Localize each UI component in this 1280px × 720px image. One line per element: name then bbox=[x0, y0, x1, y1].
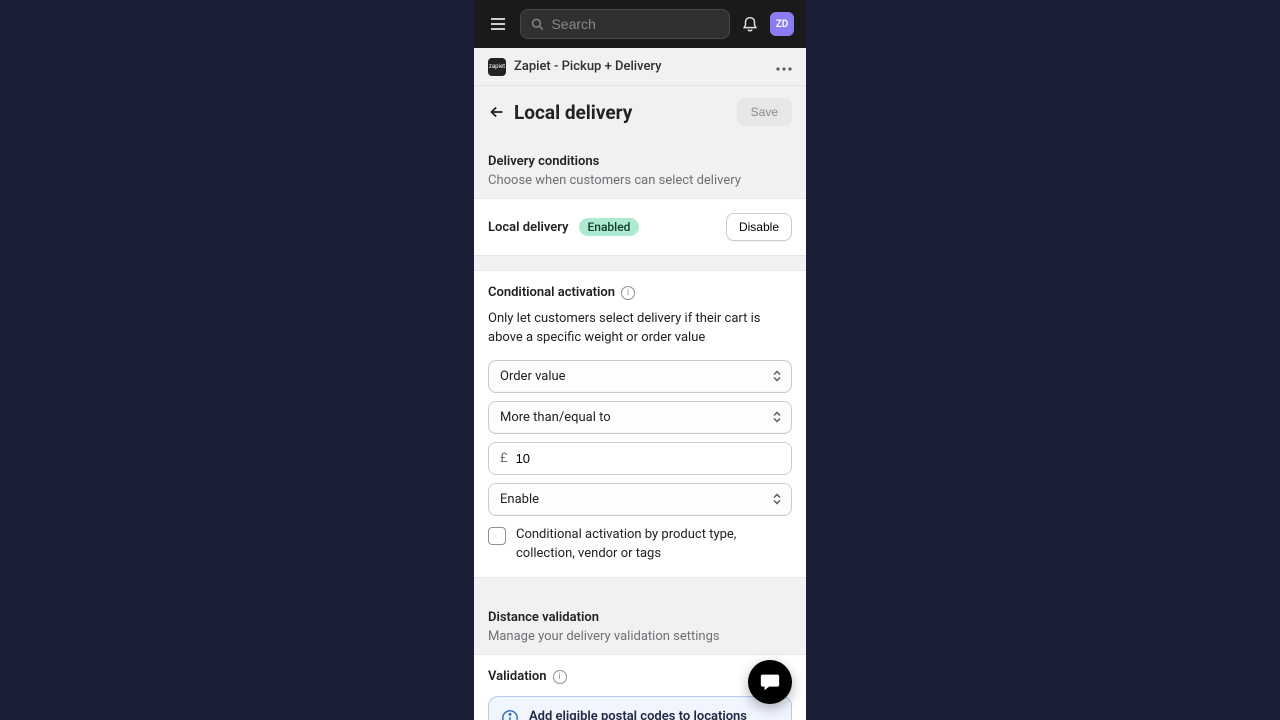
value-input[interactable] bbox=[512, 443, 791, 474]
info-circle-icon bbox=[501, 709, 519, 720]
search-icon bbox=[531, 17, 543, 31]
product-conditional-checkbox[interactable] bbox=[488, 527, 506, 545]
save-button[interactable]: Save bbox=[737, 98, 792, 126]
section-title: Distance validation bbox=[488, 610, 792, 625]
info-icon[interactable]: i bbox=[553, 670, 567, 684]
section-subtitle: Manage your delivery validation settings bbox=[488, 629, 792, 644]
chat-button[interactable] bbox=[748, 660, 792, 704]
validation-label: Validation bbox=[488, 669, 547, 684]
local-delivery-label: Local delivery bbox=[488, 220, 569, 235]
search-input[interactable] bbox=[551, 16, 719, 32]
status-badge: Enabled bbox=[579, 218, 640, 236]
operator-select-value: More than/equal to bbox=[500, 410, 611, 425]
page-title: Local delivery bbox=[514, 101, 729, 124]
bell-icon bbox=[741, 15, 759, 33]
page-header: Local delivery Save bbox=[474, 86, 806, 140]
dots-icon bbox=[776, 67, 792, 71]
notifications-button[interactable] bbox=[740, 14, 760, 34]
chat-icon bbox=[759, 671, 781, 693]
banner-title: Add eligible postal codes to locations bbox=[529, 709, 779, 720]
menu-button[interactable] bbox=[486, 12, 510, 36]
product-conditional-label: Conditional activation by product type, … bbox=[516, 526, 792, 564]
local-delivery-card: Local delivery Enabled Disable bbox=[474, 198, 806, 256]
app-name: Zapiet - Pickup + Delivery bbox=[514, 59, 768, 74]
metric-select[interactable]: Order value bbox=[488, 360, 792, 393]
chevron-updown-icon bbox=[773, 371, 781, 382]
currency-prefix: £ bbox=[489, 443, 512, 474]
back-button[interactable] bbox=[488, 103, 506, 121]
action-select[interactable]: Enable bbox=[488, 483, 792, 516]
info-icon[interactable]: i bbox=[621, 286, 635, 300]
operator-select[interactable]: More than/equal to bbox=[488, 401, 792, 434]
arrow-left-icon bbox=[488, 103, 506, 121]
distance-validation-header: Distance validation Manage your delivery… bbox=[474, 592, 806, 654]
hamburger-icon bbox=[489, 15, 507, 33]
content-scroll[interactable]: Delivery conditions Choose when customer… bbox=[474, 140, 806, 720]
action-select-value: Enable bbox=[500, 492, 539, 507]
app-icon: zapiet bbox=[488, 58, 506, 76]
search-input-wrap[interactable] bbox=[520, 9, 730, 39]
conditional-title: Conditional activation bbox=[488, 285, 615, 300]
disable-button[interactable]: Disable bbox=[726, 213, 792, 241]
metric-select-value: Order value bbox=[500, 369, 566, 384]
value-input-group: £ bbox=[488, 442, 792, 475]
conditional-description: Only let customers select delivery if th… bbox=[488, 310, 792, 348]
delivery-conditions-header: Delivery conditions Choose when customer… bbox=[474, 140, 806, 198]
topbar: ZD bbox=[474, 0, 806, 48]
chevron-updown-icon bbox=[773, 494, 781, 505]
section-title: Delivery conditions bbox=[488, 154, 792, 169]
section-subtitle: Choose when customers can select deliver… bbox=[488, 173, 792, 188]
conditional-activation-card: Conditional activation i Only let custom… bbox=[474, 270, 806, 578]
app-bar: zapiet Zapiet - Pickup + Delivery bbox=[474, 48, 806, 86]
info-banner: Add eligible postal codes to locations E… bbox=[488, 696, 792, 720]
more-button[interactable] bbox=[776, 59, 792, 75]
chevron-updown-icon bbox=[773, 412, 781, 423]
avatar[interactable]: ZD bbox=[770, 12, 794, 36]
